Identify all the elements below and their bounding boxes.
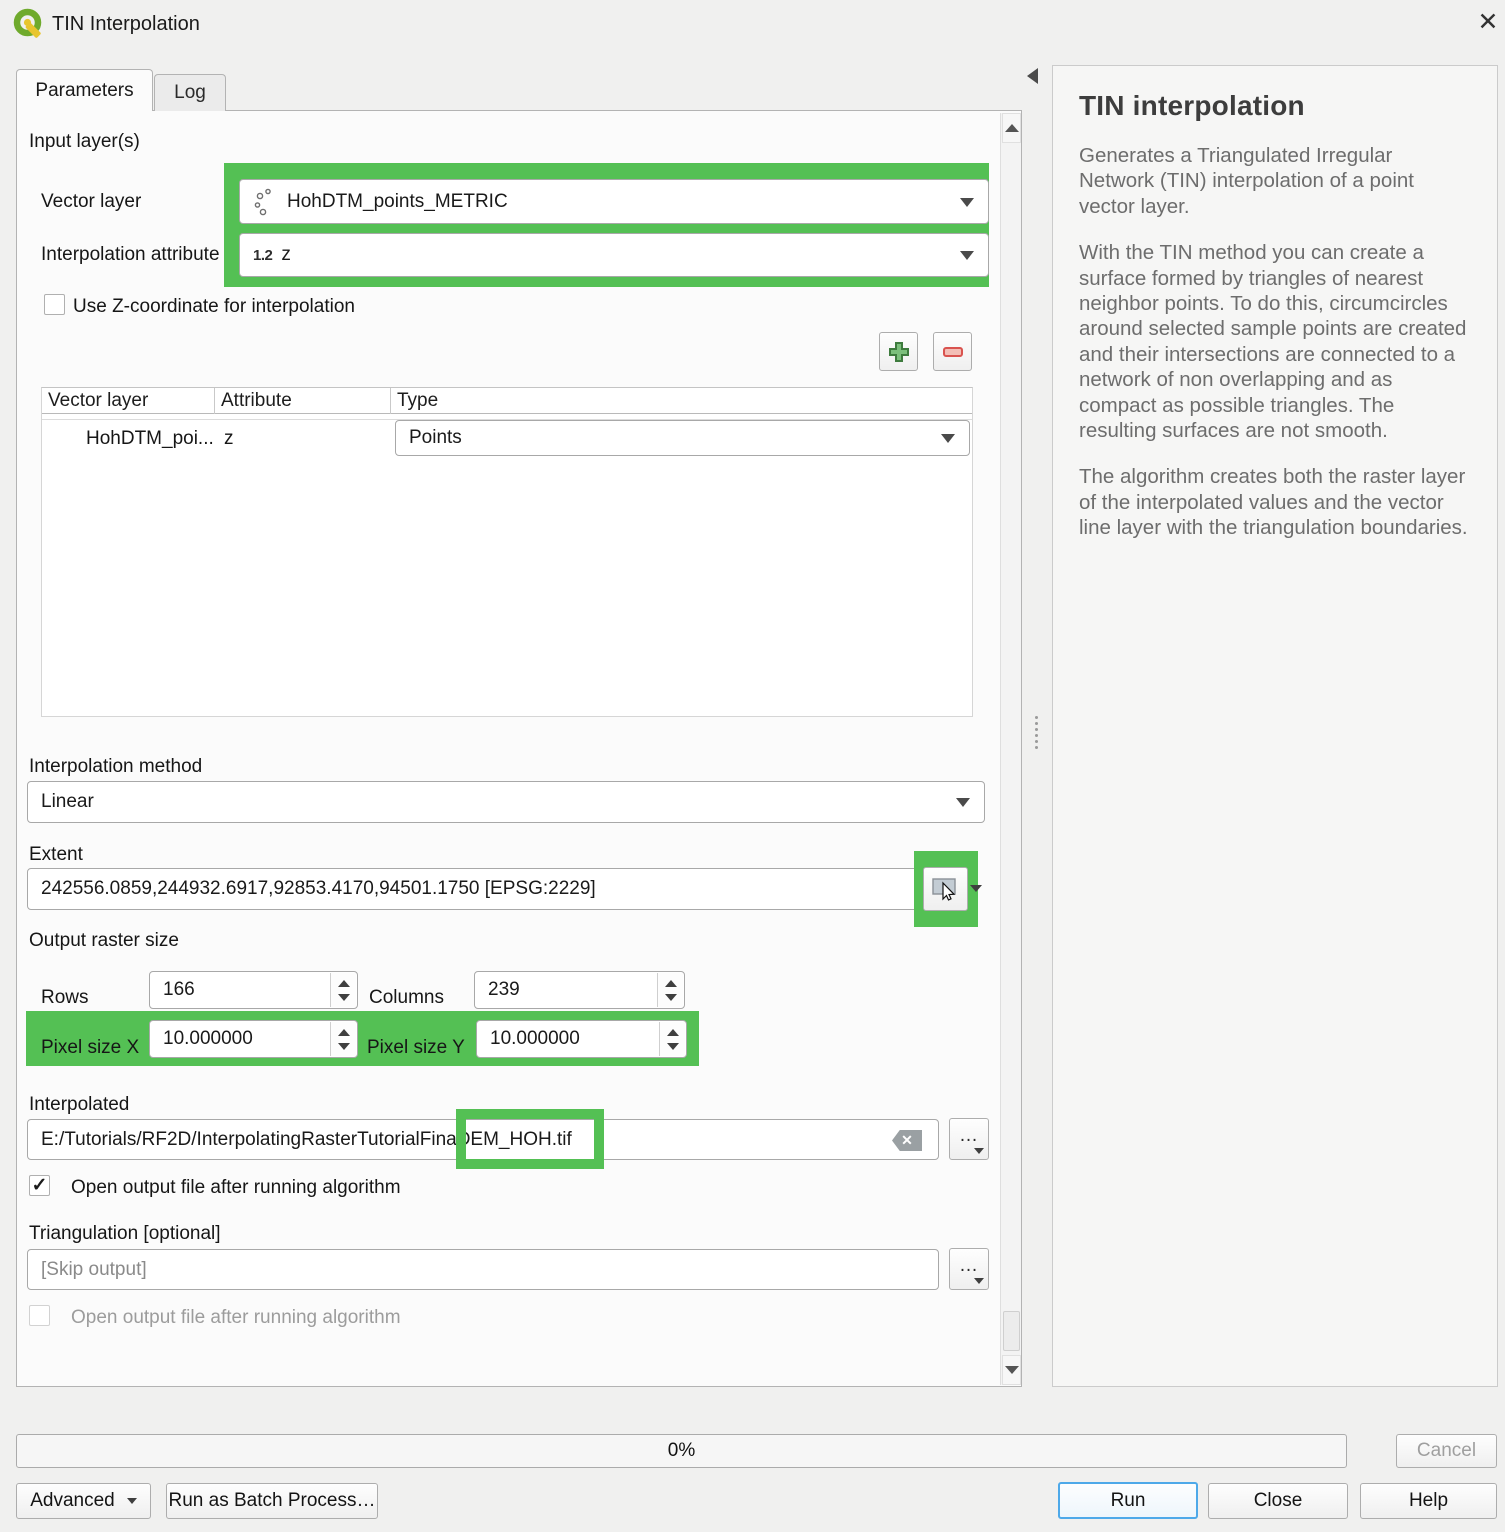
checkmark-icon: ✓ [32,1174,48,1197]
close-button[interactable]: Close [1208,1483,1348,1519]
help-paragraph: The algorithm creates both the raster la… [1079,464,1471,540]
tab-parameters[interactable]: Parameters [16,69,153,111]
map-cursor-icon [931,875,961,903]
scroll-up-icon [1005,124,1019,132]
columns-label: Columns [369,987,444,1009]
pixel-size-x-stepper[interactable]: 10.000000 [149,1020,358,1058]
table-cell-attribute[interactable]: z [224,428,234,450]
scrollbar-thumb[interactable] [1003,1311,1020,1351]
table-header-type[interactable]: Type [397,390,438,412]
use-z-checkbox[interactable] [44,294,65,315]
scroll-up-button[interactable] [1002,113,1021,143]
chevron-down-icon [941,434,955,443]
input-layers-label: Input layer(s) [29,131,140,153]
decimal-field-icon: 1.2 [253,247,272,264]
pixel-size-y-label: Pixel size Y [367,1037,465,1059]
menu-arrow-icon [974,1278,984,1284]
stepper-arrows[interactable] [657,973,683,1007]
vector-layer-value: HohDTM_points_METRIC [287,191,508,213]
remove-layer-button[interactable] [933,332,972,371]
table-cell-type-select[interactable]: Points [395,420,970,456]
help-panel: TIN interpolation Generates a Triangulat… [1052,65,1498,1387]
table-header-attribute[interactable]: Attribute [221,390,292,412]
stepper-arrows[interactable] [330,1022,356,1056]
extent-input[interactable]: 242556.0859,244932.6917,92853.4170,94501… [27,868,939,910]
progress-bar: 0% [16,1434,1347,1468]
close-icon[interactable]: ✕ [1472,6,1504,38]
add-layer-button[interactable] [879,332,918,371]
run-button[interactable]: Run [1058,1482,1198,1519]
scroll-down-icon [1005,1366,1019,1374]
interpolated-file: DEM_HOH.tif [457,1129,572,1151]
help-paragraph: Generates a Triangulated Irregular Netwo… [1079,143,1471,219]
parameters-panel: Input layer(s) Vector layer HohDTM_point… [16,110,1022,1387]
output-raster-size-label: Output raster size [29,930,179,952]
extent-options-arrow-icon[interactable] [970,885,982,892]
window-title: TIN Interpolation [52,13,200,36]
interpolation-method-label: Interpolation method [29,756,202,778]
vector-layer-label: Vector layer [41,191,141,213]
extent-label: Extent [29,844,83,866]
open-output-triangulation-checkbox[interactable] [29,1305,50,1326]
help-paragraph: With the TIN method you can create a sur… [1079,240,1471,443]
interpolated-path: E:/Tutorials/RF2D/InterpolatingRasterTut… [41,1129,457,1151]
open-output-checkbox[interactable]: ✓ [29,1175,50,1196]
tab-log[interactable]: Log [154,74,226,111]
help-button[interactable]: Help [1360,1483,1497,1519]
chevron-down-icon [960,251,974,260]
stepper-arrows[interactable] [330,973,356,1007]
collapse-panel-icon[interactable] [1027,68,1038,84]
vector-layer-select[interactable]: HohDTM_points_METRIC [239,179,989,224]
table-header-vector-layer[interactable]: Vector layer [48,390,148,412]
qgis-logo-icon [13,8,45,40]
chevron-down-icon [127,1498,137,1504]
interpolation-method-select[interactable]: Linear [27,781,985,823]
table-row: HohDTM_poi... z Points [42,418,972,458]
point-layer-icon [253,187,279,217]
interpolated-label: Interpolated [29,1094,129,1116]
triangulation-label: Triangulation [optional] [29,1223,221,1245]
interpolated-output-input[interactable]: E:/Tutorials/RF2D/InterpolatingRasterTut… [27,1119,939,1160]
open-output-label: Open output file after running algorithm [71,1177,401,1199]
columns-stepper[interactable]: 239 [474,971,685,1009]
use-z-label: Use Z-coordinate for interpolation [73,296,355,318]
open-output-triangulation-label: Open output file after running algorithm [71,1307,401,1329]
triangulation-input[interactable]: [Skip output] [27,1249,939,1290]
pixel-size-x-label: Pixel size X [41,1037,139,1059]
scroll-down-button[interactable] [1002,1355,1021,1385]
interpolated-browse-button[interactable]: … [949,1118,989,1160]
pixel-size-y-stepper[interactable]: 10.000000 [476,1020,687,1058]
advanced-button[interactable]: Advanced [16,1483,151,1519]
layers-table: Vector layer Attribute Type HohDTM_poi..… [41,387,973,717]
chevron-down-icon [960,198,974,207]
run-as-batch-button[interactable]: Run as Batch Process… [166,1483,378,1519]
stepper-arrows[interactable] [659,1022,685,1056]
extent-draw-on-canvas-button[interactable] [923,867,968,911]
clear-icon[interactable]: ✕ [892,1130,922,1151]
cancel-button[interactable]: Cancel [1396,1434,1497,1468]
menu-arrow-icon [974,1148,984,1154]
help-title: TIN interpolation [1079,90,1471,122]
minus-icon [941,340,965,364]
plus-icon [887,340,911,364]
interpolation-attribute-value: z [281,244,291,266]
chevron-down-icon [956,798,970,807]
rows-stepper[interactable]: 166 [149,971,358,1009]
interpolation-attribute-select[interactable]: 1.2 z [239,233,989,277]
splitter-handle[interactable] [1035,716,1038,749]
triangulation-browse-button[interactable]: … [949,1248,989,1290]
table-cell-layer[interactable]: HohDTM_poi... [86,428,214,450]
interpolation-attribute-label: Interpolation attribute [41,244,220,266]
vertical-scrollbar[interactable] [1000,113,1021,1385]
rows-label: Rows [41,987,89,1009]
